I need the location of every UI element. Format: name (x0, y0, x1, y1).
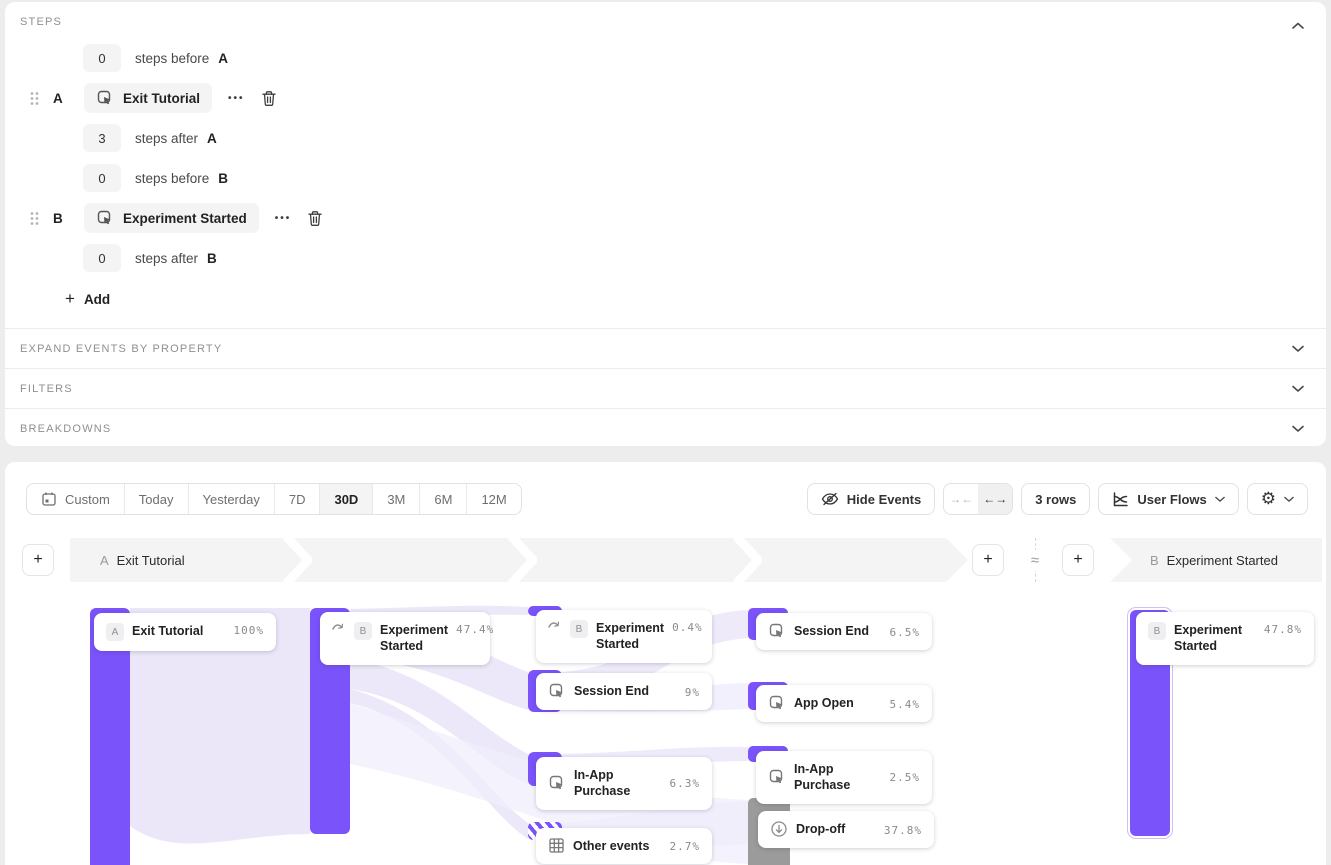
step-a-event-name: Exit Tutorial (123, 91, 200, 106)
drag-handle-icon[interactable] (30, 211, 39, 226)
section-filters[interactable]: FILTERS (5, 368, 1326, 408)
step-ref-letter: B (207, 251, 217, 266)
more-options-icon[interactable]: ••• (275, 213, 292, 224)
steps-after-b-input[interactable]: 0 (83, 244, 121, 272)
chevron-down-icon (1292, 385, 1304, 393)
step-ref-letter: B (218, 171, 228, 186)
steps-after-a-row: 3 steps after A (83, 124, 217, 152)
node-card-exit-tutorial[interactable]: A Exit Tutorial 100% (94, 613, 276, 651)
step-b-event-name: Experiment Started (123, 211, 247, 226)
step-b-letter: B (53, 211, 75, 226)
delete-step-icon[interactable] (261, 90, 277, 107)
node-card-experiment-started-b[interactable]: B Experiment Started 47.8% (1136, 612, 1314, 665)
node-percentage: 37.8% (884, 823, 922, 837)
event-icon (768, 694, 786, 712)
steps-before-b-input[interactable]: 0 (83, 164, 121, 192)
node-percentage: 47.8% (1264, 622, 1302, 636)
node-card-drop-off[interactable]: Drop-off 37.8% (758, 811, 934, 848)
node-percentage: 100% (234, 623, 265, 637)
step-a-row: A Exit Tutorial ••• (30, 83, 277, 113)
steps-after-b-row: 0 steps after B (83, 244, 217, 272)
flows-to-icon (548, 619, 562, 631)
steps-after-a-input[interactable]: 3 (83, 124, 121, 152)
more-options-icon[interactable]: ••• (228, 93, 245, 104)
section-breakdowns[interactable]: BREAKDOWNS (5, 408, 1326, 448)
event-icon (548, 774, 566, 792)
node-percentage: 5.4% (890, 697, 921, 711)
drag-handle-icon[interactable] (30, 91, 39, 106)
event-icon (548, 682, 566, 700)
grid-icon (548, 837, 565, 854)
node-card-experiment-started-2[interactable]: B Experiment Started 0.4% (536, 610, 712, 663)
event-icon (768, 768, 786, 786)
plus-icon: + (65, 289, 75, 309)
query-panel: STEPS 0 steps before A A Exit Tutorial •… (5, 2, 1326, 446)
step-a-event-button[interactable]: Exit Tutorial (84, 83, 212, 113)
steps-before-b-label: steps before (135, 171, 209, 186)
steps-after-b-label: steps after (135, 251, 198, 266)
chevron-up-icon[interactable] (1292, 17, 1304, 35)
steps-before-a-label: steps before (135, 51, 209, 66)
step-a-letter: A (53, 91, 75, 106)
step-badge: B (1148, 622, 1166, 640)
node-percentage: 9% (685, 685, 700, 699)
steps-section-title: STEPS (20, 16, 62, 28)
step-badge: A (106, 623, 124, 641)
node-card-other-events[interactable]: Other events 2.7% (536, 828, 712, 864)
step-badge: B (354, 622, 372, 640)
steps-before-b-row: 0 steps before B (83, 164, 228, 192)
user-flows-page: { "colors": { "accent": "#7a53fb", "link… (0, 0, 1331, 865)
step-ref-letter: A (218, 51, 228, 66)
node-percentage: 0.4% (672, 620, 703, 634)
step-b-event-button[interactable]: Experiment Started (84, 203, 259, 233)
step-ref-letter: A (207, 131, 217, 146)
add-step-button[interactable]: + Add (65, 289, 110, 309)
section-expand-events-by-property[interactable]: EXPAND EVENTS BY PROPERTY (5, 328, 1326, 368)
steps-after-a-label: steps after (135, 131, 198, 146)
node-card-session-end-2[interactable]: Session End 6.5% (756, 613, 932, 650)
flows-to-icon (332, 621, 346, 633)
node-percentage: 2.7% (670, 839, 701, 853)
chevron-down-icon (1292, 345, 1304, 353)
node-card-experiment-started[interactable]: B Experiment Started 47.4% (320, 612, 490, 665)
event-icon (768, 622, 786, 640)
drop-off-icon (770, 820, 788, 838)
node-percentage: 6.5% (890, 625, 921, 639)
node-percentage: 47.4% (456, 622, 494, 636)
steps-before-a-input[interactable]: 0 (83, 44, 121, 72)
chart-panel: Custom Today Yesterday 7D 30D 3M 6M 12M … (5, 462, 1326, 865)
node-percentage: 6.3% (670, 776, 701, 790)
event-icon (96, 209, 114, 227)
node-card-app-open[interactable]: App Open 5.4% (756, 685, 932, 722)
chevron-down-icon (1292, 425, 1304, 433)
step-badge: B (570, 620, 588, 638)
node-percentage: 2.5% (890, 770, 921, 784)
node-card-in-app-purchase[interactable]: In-App Purchase 6.3% (536, 757, 712, 810)
node-card-in-app-purchase-2[interactable]: In-App Purchase 2.5% (756, 751, 932, 804)
event-icon (96, 89, 114, 107)
delete-step-icon[interactable] (307, 210, 323, 227)
step-b-row: B Experiment Started ••• (30, 203, 323, 233)
steps-before-a-row: 0 steps before A (83, 44, 228, 72)
node-card-session-end[interactable]: Session End 9% (536, 673, 712, 710)
